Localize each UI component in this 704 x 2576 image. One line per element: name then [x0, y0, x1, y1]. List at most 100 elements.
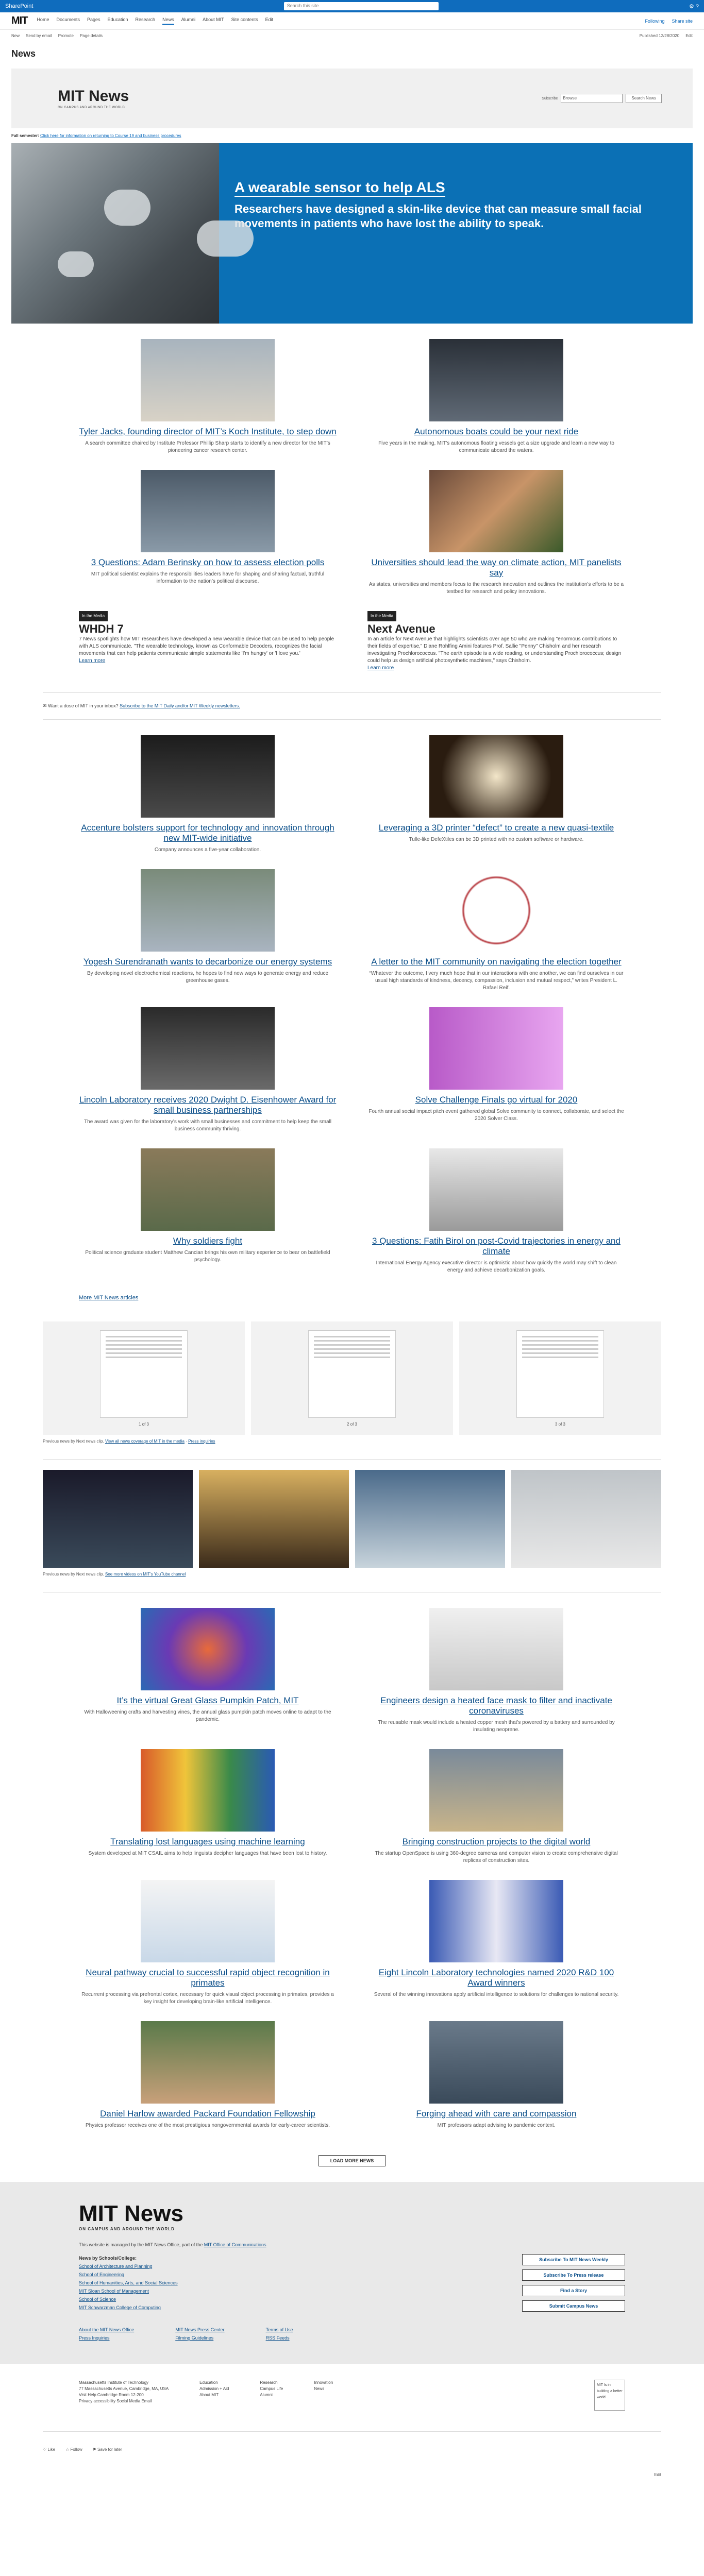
subscribe-newsletter-link[interactable]: Subscribe to the MIT Daily and/or MIT We…: [120, 703, 240, 708]
nav-item-about[interactable]: About MIT: [203, 17, 224, 25]
card-title[interactable]: 3 Questions: Adam Berinsky on how to ass…: [79, 557, 337, 568]
footer-nav-link[interactable]: About MIT: [199, 2392, 229, 2398]
card-title[interactable]: Accenture bolsters support for technolog…: [79, 823, 337, 843]
news-card[interactable]: Universities should lead the way on clim…: [367, 470, 625, 596]
card-title[interactable]: Engineers design a heated face mask to f…: [367, 1696, 625, 1716]
footer-nav-link[interactable]: Research: [260, 2380, 283, 2386]
footer-link[interactable]: About the MIT News Office: [79, 2327, 134, 2332]
subscribe-press-button[interactable]: Subscribe To Press release: [522, 2269, 625, 2281]
carousel-slide[interactable]: 2 of 3: [251, 1321, 453, 1435]
footer-link[interactable]: Press Inquiries: [79, 2335, 134, 2341]
search-input[interactable]: Search this site: [283, 2, 439, 10]
video-thumb[interactable]: [43, 1470, 193, 1568]
card-title[interactable]: Translating lost languages using machine…: [79, 1837, 337, 1847]
learn-more-link[interactable]: Learn more: [367, 665, 394, 671]
footer-edit[interactable]: Edit: [43, 2472, 661, 2477]
news-card[interactable]: Engineers design a heated face mask to f…: [367, 1608, 625, 1734]
subscribe-link[interactable]: Subscribe: [542, 97, 558, 100]
news-card[interactable]: Eight Lincoln Laboratory technologies na…: [367, 1880, 625, 2006]
school-link[interactable]: MIT Schwarzman College of Computing: [79, 2303, 337, 2312]
nav-item-documents[interactable]: Documents: [56, 17, 80, 25]
news-card[interactable]: Tyler Jacks, founding director of MIT’s …: [79, 339, 337, 454]
news-card[interactable]: Accenture bolsters support for technolog…: [79, 735, 337, 854]
footer-link[interactable]: Terms of Use: [266, 2327, 293, 2332]
card-title[interactable]: Solve Challenge Finals go virtual for 20…: [367, 1095, 625, 1105]
news-card[interactable]: Lincoln Laboratory receives 2020 Dwight …: [79, 1007, 337, 1133]
news-card[interactable]: A letter to the MIT community on navigat…: [367, 869, 625, 992]
card-title[interactable]: Tyler Jacks, founding director of MIT’s …: [79, 427, 337, 437]
nav-item-edit[interactable]: Edit: [265, 17, 274, 25]
footer-link[interactable]: MIT News Press Center: [175, 2327, 224, 2332]
nav-item-research[interactable]: Research: [136, 17, 156, 25]
nav-item-news[interactable]: News: [162, 17, 174, 25]
school-link[interactable]: School of Architecture and Planning: [79, 2262, 337, 2270]
nav-item-alumni[interactable]: Alumni: [181, 17, 196, 25]
submit-news-button[interactable]: Submit Campus News: [522, 2300, 625, 2312]
app-name[interactable]: SharePoint: [5, 3, 33, 9]
card-title[interactable]: Universities should lead the way on clim…: [367, 557, 625, 578]
video-thumb[interactable]: [199, 1470, 349, 1568]
site-logo[interactable]: MIT: [11, 15, 28, 27]
carousel-slide[interactable]: 1 of 3: [43, 1321, 245, 1435]
search-news-button[interactable]: Search News: [626, 94, 662, 103]
footer-link[interactable]: Filming Guidelines: [175, 2335, 224, 2341]
school-link[interactable]: School of Science: [79, 2295, 337, 2303]
settings-icon[interactable]: ⚙ ?: [689, 3, 699, 10]
footer-nav-link[interactable]: Alumni: [260, 2392, 283, 2398]
school-link[interactable]: MIT Sloan School of Management: [79, 2287, 337, 2295]
promote-button[interactable]: Promote: [58, 33, 74, 38]
like-button[interactable]: ♡ Like: [43, 2447, 55, 2452]
more-news-link[interactable]: More MIT News articles: [79, 1295, 625, 1301]
news-card[interactable]: Translating lost languages using machine…: [79, 1749, 337, 1865]
press-inquiries-link[interactable]: Press inquiries: [188, 1439, 215, 1444]
card-title[interactable]: Forging ahead with care and compassion: [367, 2109, 625, 2119]
follow-page-button[interactable]: ☆ Follow: [65, 2447, 82, 2452]
school-link[interactable]: School of Humanities, Arts, and Social S…: [79, 2279, 337, 2287]
nav-item-home[interactable]: Home: [37, 17, 49, 25]
news-card[interactable]: Yogesh Surendranath wants to decarbonize…: [79, 869, 337, 992]
load-more-button[interactable]: LOAD MORE NEWS: [319, 2155, 385, 2166]
footer-nav-link[interactable]: Education: [199, 2380, 229, 2386]
alert-link[interactable]: Click here for information on returning …: [40, 133, 181, 138]
save-later-button[interactable]: ⚑ Save for later: [93, 2447, 122, 2452]
card-title[interactable]: It’s the virtual Great Glass Pumpkin Pat…: [79, 1696, 337, 1706]
news-card[interactable]: It’s the virtual Great Glass Pumpkin Pat…: [79, 1608, 337, 1734]
video-thumb[interactable]: [511, 1470, 661, 1568]
footer-nav-link[interactable]: Admission + Aid: [199, 2386, 229, 2392]
news-card[interactable]: Solve Challenge Finals go virtual for 20…: [367, 1007, 625, 1133]
media-coverage-link[interactable]: View all news coverage of MIT in the med…: [105, 1439, 185, 1444]
send-email-button[interactable]: Send by email: [26, 33, 52, 38]
card-title[interactable]: Autonomous boats could be your next ride: [367, 427, 625, 437]
edit-button[interactable]: Edit: [685, 33, 693, 38]
card-title[interactable]: A letter to the MIT community on navigat…: [367, 957, 625, 967]
card-title[interactable]: Yogesh Surendranath wants to decarbonize…: [79, 957, 337, 967]
video-thumb[interactable]: [355, 1470, 505, 1568]
footer-logo[interactable]: MIT News: [79, 2202, 337, 2225]
youtube-link[interactable]: See more videos on MIT's YouTube channel: [105, 1572, 186, 1577]
card-title[interactable]: Neural pathway crucial to successful rap…: [79, 1968, 337, 1988]
hero-title[interactable]: A wearable sensor to help ALS: [234, 179, 445, 197]
news-card[interactable]: 3 Questions: Adam Berinsky on how to ass…: [79, 470, 337, 596]
card-title[interactable]: Bringing construction projects to the di…: [367, 1837, 625, 1847]
news-card[interactable]: Daniel Harlow awarded Packard Foundation…: [79, 2021, 337, 2129]
carousel-slide[interactable]: 3 of 3: [459, 1321, 661, 1435]
page-details-button[interactable]: Page details: [80, 33, 103, 38]
subscribe-weekly-button[interactable]: Subscribe To MIT News Weekly: [522, 2254, 625, 2265]
office-of-communications-link[interactable]: MIT Office of Communications: [204, 2242, 266, 2247]
footer-nav-link[interactable]: Campus Life: [260, 2386, 283, 2392]
card-title[interactable]: Leveraging a 3D printer “defect” to crea…: [367, 823, 625, 833]
hero-story[interactable]: A wearable sensor to help ALS Researcher…: [11, 143, 693, 324]
card-title[interactable]: Daniel Harlow awarded Packard Foundation…: [79, 2109, 337, 2119]
nav-item-pages[interactable]: Pages: [87, 17, 100, 25]
news-card[interactable]: Bringing construction projects to the di…: [367, 1749, 625, 1865]
news-card[interactable]: Why soldiers fight Political science gra…: [79, 1148, 337, 1274]
new-button[interactable]: New: [11, 33, 20, 38]
nav-item-education[interactable]: Education: [108, 17, 128, 25]
school-link[interactable]: School of Engineering: [79, 2270, 337, 2279]
share-button[interactable]: Share site: [672, 19, 693, 24]
card-title[interactable]: 3 Questions: Fatih Birol on post-Covid t…: [367, 1236, 625, 1257]
footer-nav-link[interactable]: Innovation: [314, 2380, 333, 2386]
card-title[interactable]: Why soldiers fight: [79, 1236, 337, 1246]
footer-link[interactable]: RSS Feeds: [266, 2335, 293, 2341]
mit-news-logo[interactable]: MIT News: [58, 88, 129, 105]
